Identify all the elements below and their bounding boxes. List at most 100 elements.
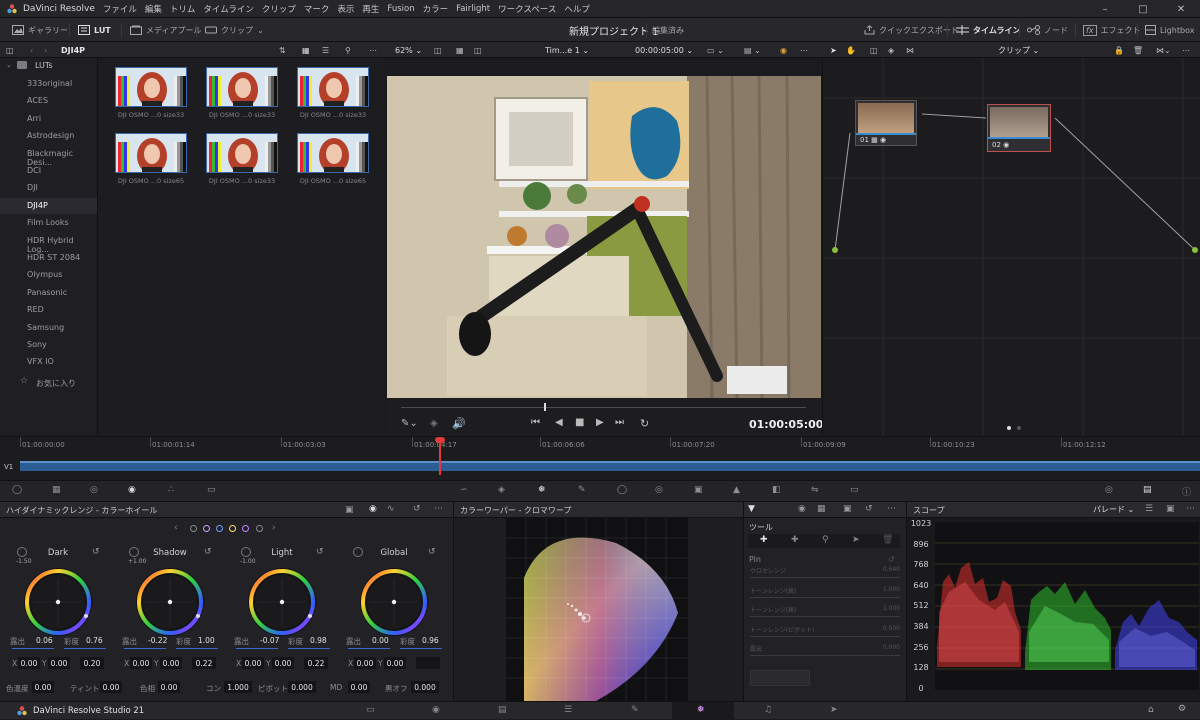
adjustment-value[interactable]: 0.000 bbox=[411, 681, 439, 693]
info-icon[interactable]: ⓘ bbox=[1182, 485, 1196, 499]
more-options-icon[interactable]: ⋯ bbox=[1186, 504, 1195, 514]
list-view-icon[interactable]: ☰ bbox=[322, 42, 329, 58]
x-value[interactable]: 0.00 bbox=[242, 657, 264, 669]
lut-folder-item[interactable]: Olympus bbox=[27, 270, 62, 279]
grid-size-icon[interactable]: ▦ bbox=[817, 504, 826, 514]
window-icon[interactable]: ◯ bbox=[617, 485, 631, 499]
menu-item-edit[interactable]: 編集 bbox=[145, 3, 162, 15]
more-options-icon[interactable]: ⋯ bbox=[887, 504, 896, 514]
delete-icon[interactable]: 🗑 bbox=[882, 535, 893, 545]
node-mode-selector[interactable]: クリップ ⌄ bbox=[998, 42, 1039, 58]
menu-item-mark[interactable]: マーク bbox=[304, 3, 330, 15]
tool-slider[interactable]: 露出 0.000 bbox=[750, 644, 900, 666]
skip-to-start-icon[interactable]: ⏮ bbox=[531, 417, 540, 428]
wheel-reset-icon[interactable]: ↺ bbox=[428, 547, 436, 557]
color-picker-icon[interactable]: ◉ bbox=[780, 42, 787, 58]
mini-timeline[interactable]: 01:00:00:00 01:00:01:14 01:00:03:03 01:00:0… bbox=[0, 436, 1200, 480]
pin-icon[interactable]: ⚲ bbox=[822, 535, 829, 545]
menu-item-trim[interactable]: トリム bbox=[170, 3, 196, 15]
z-value[interactable]: 0.20 bbox=[80, 657, 104, 669]
z-value[interactable] bbox=[416, 657, 440, 669]
reset-icon[interactable]: ↺ bbox=[865, 504, 873, 514]
adjustment-value[interactable]: 0.00 bbox=[348, 681, 370, 693]
home-icon[interactable]: ⌂ bbox=[1148, 705, 1154, 715]
saturation-value[interactable]: 0.96 bbox=[422, 636, 439, 645]
layer-tool-icon[interactable]: ◈ bbox=[888, 42, 894, 58]
chroma-warp-canvas[interactable] bbox=[506, 518, 688, 701]
lut-thumbnail[interactable] bbox=[297, 67, 369, 107]
exposure-value[interactable]: -0.07 bbox=[260, 636, 279, 645]
adjustment-value[interactable]: 0.00 bbox=[32, 681, 54, 693]
lut-folder-item[interactable]: HDR Hybrid Log... bbox=[27, 236, 98, 254]
scope-settings-icon[interactable]: ☰ bbox=[1145, 504, 1153, 514]
close-icon[interactable]: ✕ bbox=[1162, 0, 1200, 18]
maximize-icon[interactable]: □ bbox=[1124, 0, 1162, 18]
expand-icon[interactable]: ▣ bbox=[843, 504, 852, 514]
lut-thumbnail[interactable] bbox=[115, 67, 187, 107]
lut-folder-item[interactable]: DCI bbox=[27, 166, 41, 175]
fusion-effects-icon[interactable]: ✎ bbox=[631, 705, 639, 715]
menu-item-view[interactable]: 表示 bbox=[337, 3, 354, 15]
menu-item-color[interactable]: カラー bbox=[423, 3, 449, 15]
eyedropper-icon[interactable]: ✎⌄ bbox=[401, 418, 418, 429]
draw-tool-icon[interactable]: ▼ bbox=[748, 504, 755, 514]
rgb-mixer-icon[interactable]: ∴ bbox=[168, 485, 182, 499]
z-value[interactable]: 0.22 bbox=[304, 657, 328, 669]
y-value[interactable]: 0.00 bbox=[160, 657, 182, 669]
wheel-mode-icon[interactable] bbox=[241, 547, 251, 557]
play-reverse-icon[interactable]: ◀ bbox=[555, 417, 563, 428]
wheel-mode-icon[interactable] bbox=[129, 547, 139, 557]
back-icon[interactable]: ‹ bbox=[30, 42, 33, 58]
color-wheel[interactable] bbox=[356, 564, 432, 640]
color-node-02[interactable]: 02 ◉ bbox=[987, 104, 1051, 152]
adjustment-value[interactable]: 0.00 bbox=[158, 681, 180, 693]
exposure-value[interactable]: 0.00 bbox=[372, 636, 389, 645]
key-icon[interactable]: ◧ bbox=[772, 485, 786, 499]
wheel-reset-icon[interactable]: ↺ bbox=[92, 547, 100, 557]
delete-icon[interactable]: 🗑 bbox=[1133, 42, 1143, 58]
sidebar-toggle-icon[interactable]: ◫ bbox=[6, 42, 14, 58]
add-pin-icon[interactable]: ✚ bbox=[760, 535, 768, 545]
fairlight-page-icon[interactable]: ♫ bbox=[764, 705, 772, 715]
adjustment-value[interactable]: 0.00 bbox=[100, 681, 122, 693]
media-page-icon[interactable]: ▭ bbox=[366, 705, 375, 715]
search-icon[interactable]: ⚲ bbox=[345, 42, 351, 58]
display-options-icon[interactable]: ▭ ⌄ bbox=[707, 42, 724, 58]
scope-mode-selector[interactable]: パレード ⌄ bbox=[1093, 504, 1134, 515]
lock-icon[interactable]: 🔒 bbox=[1114, 42, 1124, 58]
color-wheel[interactable] bbox=[244, 564, 320, 640]
add-pin-grid-icon[interactable]: ✚ bbox=[791, 535, 799, 545]
more-options-icon[interactable]: ⋯ bbox=[800, 42, 808, 58]
nodes-button[interactable]: ノード bbox=[1027, 18, 1068, 42]
scopes-icon[interactable]: ▤ bbox=[1143, 485, 1157, 499]
curves-icon[interactable]: ∽ bbox=[460, 485, 474, 499]
y-value[interactable]: 0.00 bbox=[48, 657, 70, 669]
node-tool-icon[interactable]: ◫ bbox=[870, 42, 878, 58]
camera-raw-icon[interactable]: ◯ bbox=[12, 485, 26, 499]
menu-item-fairlight[interactable]: Fairlight bbox=[456, 4, 490, 14]
select-icon[interactable]: ➤ bbox=[852, 535, 860, 545]
color-page-icon[interactable]: ❅ bbox=[697, 705, 705, 715]
edit-page-icon[interactable]: ▤ bbox=[498, 705, 507, 715]
link-tool-icon[interactable]: ⋈ bbox=[906, 42, 914, 58]
viewer-mode-icon[interactable]: ▦ bbox=[456, 42, 464, 58]
lut-folder-item[interactable]: Blackmagic Desi... bbox=[27, 149, 98, 167]
lut-folder-item[interactable]: DJI4P bbox=[27, 201, 48, 210]
menu-item-file[interactable]: ファイル bbox=[103, 3, 137, 15]
lut-folder-item[interactable]: RED bbox=[27, 305, 44, 314]
video-output-icon[interactable]: ▤ ⌄ bbox=[744, 42, 761, 58]
y-value[interactable]: 0.00 bbox=[384, 657, 406, 669]
menu-item-playback[interactable]: 再生 bbox=[362, 3, 379, 15]
quick-export-button[interactable]: クイックエクスポート bbox=[864, 18, 959, 42]
y-value[interactable]: 0.00 bbox=[272, 657, 294, 669]
grid-view-icon[interactable]: ▦ bbox=[302, 42, 310, 58]
sort-icon[interactable]: ⇅ bbox=[279, 42, 286, 58]
stop-icon[interactable]: ■ bbox=[575, 417, 584, 428]
lut-folder-item[interactable]: Film Looks bbox=[27, 218, 69, 227]
wheel-reset-icon[interactable]: ↺ bbox=[316, 547, 324, 557]
clips-button[interactable]: クリップ ⌄ bbox=[205, 18, 264, 42]
playhead-handle[interactable] bbox=[435, 437, 445, 443]
lut-folder-item[interactable]: DJI bbox=[27, 183, 38, 192]
volume-icon[interactable]: 🔊 bbox=[452, 417, 466, 430]
exposure-value[interactable]: -0.22 bbox=[148, 636, 167, 645]
